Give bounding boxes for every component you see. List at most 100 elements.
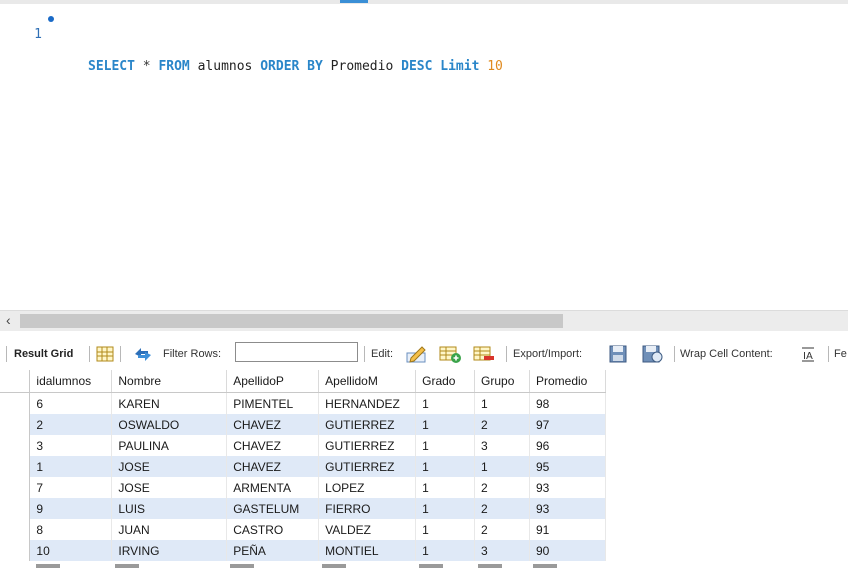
grid-cell[interactable]: 9	[29, 498, 113, 519]
table-row[interactable]: 3 PAULINA CHAVEZ GUTIERREZ 1 3 96	[0, 435, 606, 456]
sql-star: *	[142, 59, 151, 74]
row-header[interactable]	[0, 540, 31, 561]
kw-order-by: ORDER BY	[260, 59, 323, 74]
add-row-icon[interactable]	[438, 344, 462, 364]
grid-cell[interactable]: 1	[415, 456, 476, 477]
column-header[interactable]: idalumnos	[29, 370, 113, 393]
scroll-left-icon[interactable]: ‹	[6, 312, 11, 328]
column-header[interactable]: Nombre	[111, 370, 228, 393]
grid-cell[interactable]: IRVING	[111, 540, 228, 561]
grid-cell[interactable]: 10	[29, 540, 113, 561]
row-header[interactable]	[0, 414, 31, 435]
delete-row-icon[interactable]	[472, 344, 496, 364]
grid-cell[interactable]: 1	[29, 456, 113, 477]
grid-cell[interactable]: 8	[29, 519, 113, 540]
table-row[interactable]: 7 JOSE ARMENTA LOPEZ 1 2 93	[0, 477, 606, 498]
row-header[interactable]	[0, 519, 31, 540]
grid-cell[interactable]: 1	[474, 392, 530, 414]
grid-cell[interactable]: 2	[474, 414, 530, 435]
grid-cell[interactable]: JUAN	[111, 519, 228, 540]
grid-cell[interactable]: 1	[415, 414, 476, 435]
grid-cell[interactable]: KAREN	[111, 392, 228, 414]
row-header[interactable]	[0, 435, 31, 456]
grid-cell[interactable]: 2	[474, 519, 530, 540]
table-row[interactable]: 1 JOSE CHAVEZ GUTIERREZ 1 1 95	[0, 456, 606, 477]
result-grid: idalumnos Nombre ApellidoP ApellidoM Gra…	[0, 370, 606, 561]
grid-cell[interactable]: 6	[29, 392, 113, 414]
grid-cell[interactable]: 1	[415, 519, 476, 540]
scrollbar-thumb[interactable]	[20, 314, 563, 328]
grid-cell[interactable]: ARMENTA	[226, 477, 320, 498]
filter-rows-input[interactable]	[235, 342, 358, 362]
grid-cell[interactable]: 93	[529, 498, 606, 519]
grid-cell[interactable]: 96	[529, 435, 606, 456]
grid-cell[interactable]: 1	[415, 435, 476, 456]
form-editor-icon[interactable]	[96, 346, 114, 362]
table-row[interactable]: 2 OSWALDO CHAVEZ GUTIERREZ 1 2 97	[0, 414, 606, 435]
grid-cell[interactable]: GASTELUM	[226, 498, 320, 519]
editor-horizontal-scrollbar[interactable]: ‹	[0, 310, 848, 331]
grid-cell[interactable]: GUTIERREZ	[318, 435, 417, 456]
grid-cell[interactable]: PIMENTEL	[226, 392, 320, 414]
grid-cell[interactable]: CASTRO	[226, 519, 320, 540]
grid-cell[interactable]: 91	[529, 519, 606, 540]
kw-limit: Limit	[440, 59, 480, 74]
grid-cell[interactable]: GUTIERREZ	[318, 456, 417, 477]
grid-cell[interactable]: VALDEZ	[318, 519, 417, 540]
grid-cell[interactable]: MONTIEL	[318, 540, 417, 561]
row-header[interactable]	[0, 477, 31, 498]
grid-cell[interactable]: 7	[29, 477, 113, 498]
grid-cell[interactable]: 2	[474, 477, 530, 498]
column-header[interactable]: Promedio	[529, 370, 606, 393]
column-header[interactable]: ApellidoP	[226, 370, 320, 393]
edit-row-icon[interactable]	[405, 344, 429, 364]
grid-cell[interactable]: 3	[474, 540, 530, 561]
grid-cell[interactable]: 1	[474, 456, 530, 477]
grid-cell[interactable]: 2	[474, 498, 530, 519]
grid-cell[interactable]: 3	[29, 435, 113, 456]
code-line-1[interactable]: 1 SELECT * FROM alumnos ORDER BY Promedi…	[0, 11, 503, 74]
grid-cell[interactable]: PAULINA	[111, 435, 228, 456]
table-row[interactable]: 6 KAREN PIMENTEL HERNANDEZ 1 1 98	[0, 392, 606, 414]
column-header[interactable]: Grupo	[474, 370, 530, 393]
grid-cell[interactable]: HERNANDEZ	[318, 392, 417, 414]
grid-cell[interactable]: 90	[529, 540, 606, 561]
export-icon[interactable]	[608, 344, 630, 364]
grid-cell[interactable]: JOSE	[111, 456, 228, 477]
grid-cell[interactable]: CHAVEZ	[226, 414, 320, 435]
grid-cell[interactable]: OSWALDO	[111, 414, 228, 435]
grid-cell[interactable]: 2	[29, 414, 113, 435]
active-tab-indicator	[340, 0, 368, 3]
refresh-icon[interactable]	[132, 346, 154, 362]
table-row[interactable]: 8 JUAN CASTRO VALDEZ 1 2 91	[0, 519, 606, 540]
column-header[interactable]: ApellidoM	[318, 370, 417, 393]
grid-cell[interactable]: GUTIERREZ	[318, 414, 417, 435]
grid-cell[interactable]: 93	[529, 477, 606, 498]
grid-cell[interactable]: 95	[529, 456, 606, 477]
grid-cell[interactable]: 97	[529, 414, 606, 435]
grid-cell[interactable]: 1	[415, 498, 476, 519]
row-header[interactable]	[0, 456, 31, 477]
grid-cell[interactable]: 1	[415, 477, 476, 498]
grid-cell[interactable]: 98	[529, 392, 606, 414]
grid-cell[interactable]: 1	[415, 540, 476, 561]
grid-cell[interactable]: FIERRO	[318, 498, 417, 519]
grid-cell[interactable]: 1	[415, 392, 476, 414]
sql-editor[interactable]: 1 SELECT * FROM alumnos ORDER BY Promedi…	[0, 4, 848, 309]
column-header[interactable]: Grado	[415, 370, 476, 393]
table-row[interactable]: 10 IRVING PEÑA MONTIEL 1 3 90	[0, 540, 606, 561]
grid-cell[interactable]: 3	[474, 435, 530, 456]
row-header[interactable]	[0, 392, 31, 414]
grid-cell[interactable]: PEÑA	[226, 540, 320, 561]
result-grid-tab[interactable]: Result Grid	[14, 338, 73, 370]
grid-cell[interactable]: LOPEZ	[318, 477, 417, 498]
toolbar-separator	[89, 346, 90, 362]
import-icon[interactable]	[641, 344, 665, 364]
table-row[interactable]: 9 LUIS GASTELUM FIERRO 1 2 93	[0, 498, 606, 519]
grid-cell[interactable]: LUIS	[111, 498, 228, 519]
grid-cell[interactable]: CHAVEZ	[226, 435, 320, 456]
row-header[interactable]	[0, 498, 31, 519]
grid-cell[interactable]: CHAVEZ	[226, 456, 320, 477]
wrap-text-icon[interactable]: IA	[799, 346, 817, 362]
grid-cell[interactable]: JOSE	[111, 477, 228, 498]
